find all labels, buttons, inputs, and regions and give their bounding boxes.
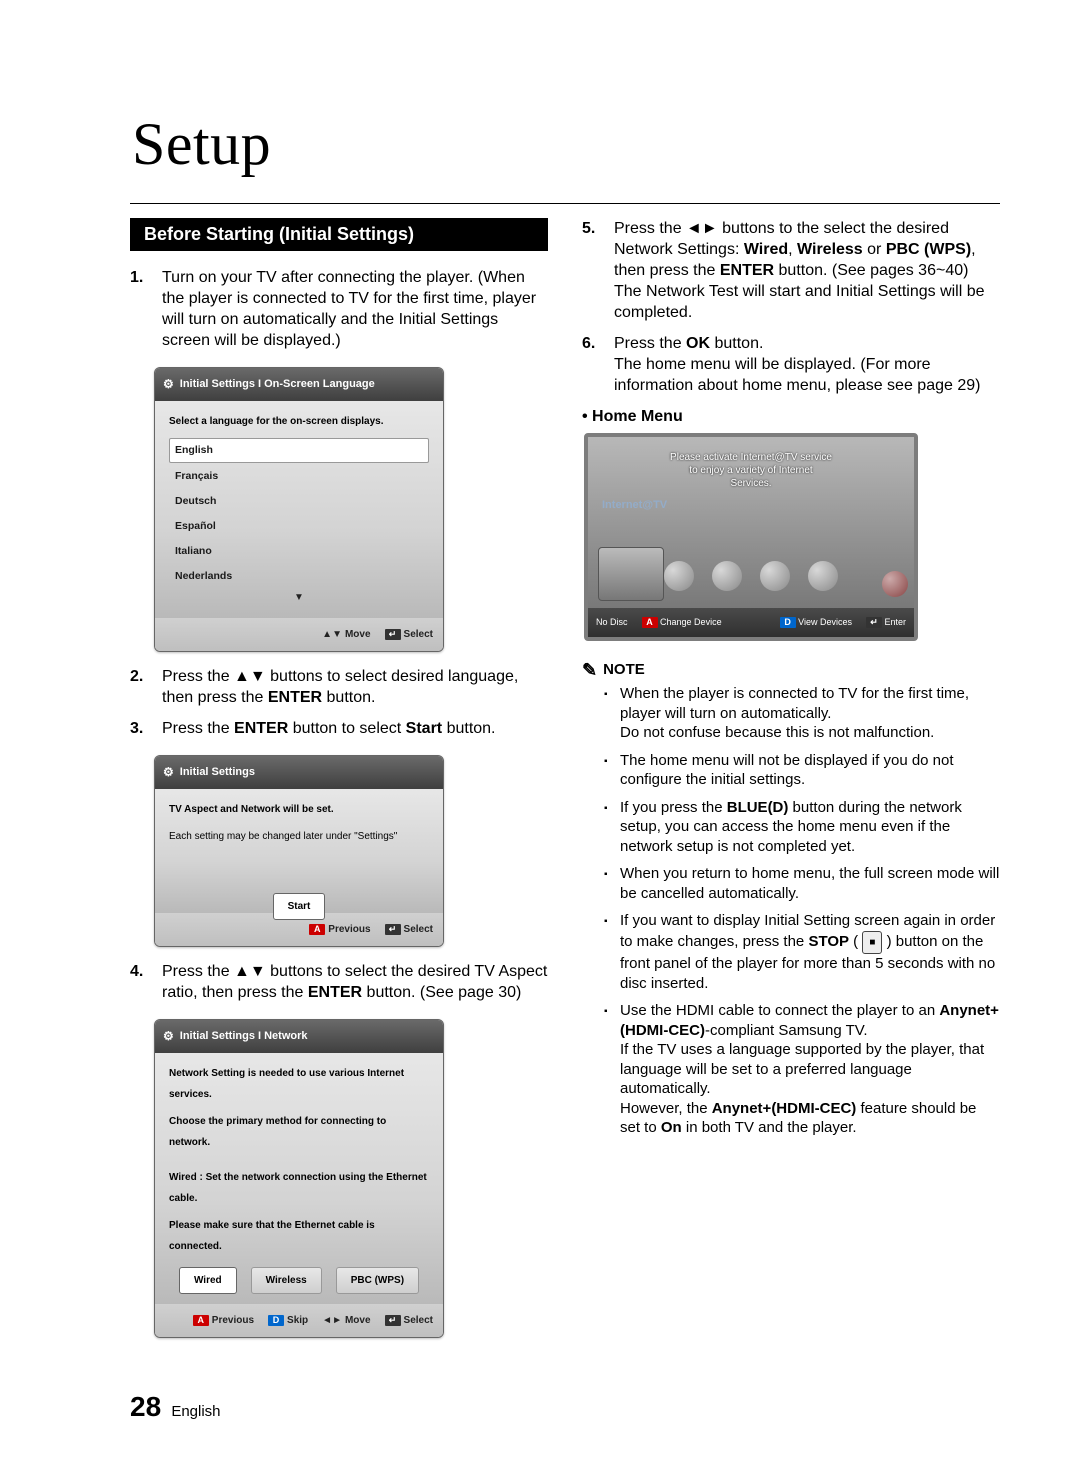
language-option: Français (169, 464, 429, 489)
osd-network-footer: A Previous D Skip ◄► Move ↵ Select (155, 1304, 443, 1337)
home-tile-icon (760, 561, 790, 591)
step-5: Press the ◄► buttons to the select the d… (582, 218, 1000, 323)
step-3: Press the ENTER button to select Start b… (130, 718, 548, 739)
language-option: Deutsch (169, 489, 429, 514)
home-tile-icon (808, 561, 838, 591)
language-list: English Français Deutsch Español Italian… (169, 438, 429, 589)
osd-start-body: TV Aspect and Network will be set. Each … (155, 789, 443, 913)
note-item: When the player is connected to TV for t… (604, 684, 1000, 743)
page-language: English (171, 1403, 220, 1420)
osd-network-msg3: Wired : Set the network connection using… (169, 1167, 429, 1209)
osd-language-footer: ▲▼ Move ↵ Select (155, 618, 443, 651)
page-number-value: 28 (130, 1391, 161, 1422)
title-rule (130, 203, 1000, 204)
steps-list-left-3: Press the ▲▼ buttons to select the desir… (130, 961, 548, 1003)
home-tile-icon (882, 571, 908, 597)
osd-start-header: ⚙ Initial Settings (155, 756, 443, 789)
osd-network-screenshot: ⚙ Initial Settings I Network Network Set… (154, 1019, 444, 1338)
language-option: English (169, 438, 429, 463)
home-footer-enter: ↵ Enter (866, 612, 906, 633)
footer-key-select: ↵ Select (385, 624, 433, 645)
home-banner-line1: Please activate Internet@TV service (670, 452, 832, 463)
note-item: If you want to display Initial Setting s… (604, 911, 1000, 993)
language-option: Español (169, 514, 429, 539)
osd-start-msg2: Each setting may be changed later under … (169, 826, 429, 847)
home-tile-icon (664, 561, 694, 591)
two-column-layout: Before Starting (Initial Settings) Turn … (130, 218, 1000, 1352)
note-item: Use the HDMI cable to connect the player… (604, 1001, 1000, 1138)
step-6: Press the OK button.The home menu will b… (582, 333, 1000, 396)
osd-language-body: Select a language for the on-screen disp… (155, 401, 443, 618)
osd-network-msg1: Network Setting is needed to use various… (169, 1063, 429, 1105)
osd-network-msg4: Please make sure that the Ethernet cable… (169, 1215, 429, 1257)
osd-network-body: Network Setting is needed to use various… (155, 1053, 443, 1304)
osd-network-title: Initial Settings I Network (180, 1026, 308, 1047)
home-footer-nodisc: No Disc (596, 612, 628, 633)
note-icon: ✎ (582, 660, 597, 681)
osd-language-header: ⚙ Initial Settings I On-Screen Language (155, 368, 443, 401)
home-tile-icon (712, 561, 742, 591)
wired-button: Wired (179, 1267, 237, 1294)
home-footer: No Disc A Change Device D View Devices ↵… (588, 608, 914, 637)
osd-start-msg1: TV Aspect and Network will be set. (169, 799, 429, 820)
note-heading: ✎ NOTE (582, 659, 1000, 680)
page-title: Setup (132, 110, 1000, 179)
osd-start-screenshot: ⚙ Initial Settings TV Aspect and Network… (154, 755, 444, 947)
home-tiles-row (588, 561, 914, 591)
gear-icon: ⚙ (163, 762, 174, 783)
footer-key-previous: A Previous (309, 919, 370, 940)
notes-list: When the player is connected to TV for t… (604, 684, 1000, 1138)
home-footer-view: D View Devices (780, 612, 852, 633)
right-column: Press the ◄► buttons to the select the d… (582, 218, 1000, 1352)
osd-language-msg: Select a language for the on-screen disp… (169, 411, 429, 432)
gear-icon: ⚙ (163, 374, 174, 395)
note-item: When you return to home menu, the full s… (604, 864, 1000, 903)
manual-page: Setup Before Starting (Initial Settings)… (0, 0, 1080, 1477)
osd-language-screenshot: ⚙ Initial Settings I On-Screen Language … (154, 367, 444, 652)
footer-key-skip: D Skip (268, 1310, 308, 1331)
stop-icon: ■ (862, 931, 882, 955)
note-item: The home menu will not be displayed if y… (604, 751, 1000, 790)
home-footer-change: A Change Device (642, 612, 722, 633)
steps-list-left-2: Press the ▲▼ buttons to select desired l… (130, 666, 548, 739)
step-4: Press the ▲▼ buttons to select the desir… (130, 961, 548, 1003)
footer-key-move: ◄► Move (322, 1310, 370, 1331)
home-menu-screenshot: Please activate Internet@TV service to e… (584, 433, 918, 641)
step-1-text: Turn on your TV after connecting the pla… (162, 269, 536, 349)
footer-key-select: ↵ Select (385, 919, 433, 940)
steps-list-right: Press the ◄► buttons to the select the d… (582, 218, 1000, 396)
footer-key-select: ↵ Select (385, 1310, 433, 1331)
start-button: Start (273, 893, 326, 920)
osd-start-title: Initial Settings (180, 762, 255, 783)
internet-tv-label: Internet@TV (602, 495, 667, 516)
home-banner: Please activate Internet@TV service to e… (670, 451, 833, 490)
scroll-down-icon: ▼ (169, 587, 429, 608)
note-label: NOTE (603, 659, 645, 680)
home-menu-heading: • Home Menu (582, 406, 1000, 427)
wireless-button: Wireless (251, 1267, 322, 1294)
footer-key-move: ▲▼ Move (322, 624, 370, 645)
step-2: Press the ▲▼ buttons to select desired l… (130, 666, 548, 708)
language-option: Italiano (169, 539, 429, 564)
osd-language-title: Initial Settings I On-Screen Language (180, 374, 375, 395)
note-item: If you press the BLUE(D) button during t… (604, 798, 1000, 857)
language-option: Nederlands (169, 564, 429, 589)
step-1: Turn on your TV after connecting the pla… (130, 267, 548, 351)
home-banner-line2: to enjoy a variety of Internet Services. (689, 465, 812, 489)
section-heading: Before Starting (Initial Settings) (130, 218, 548, 251)
osd-network-msg2: Choose the primary method for connecting… (169, 1111, 429, 1153)
gear-icon: ⚙ (163, 1026, 174, 1047)
pbc-button: PBC (WPS) (336, 1267, 419, 1294)
osd-network-header: ⚙ Initial Settings I Network (155, 1020, 443, 1053)
page-number: 28 English (130, 1391, 221, 1423)
left-column: Before Starting (Initial Settings) Turn … (130, 218, 548, 1352)
steps-list-left: Turn on your TV after connecting the pla… (130, 267, 548, 351)
footer-key-previous: A Previous (193, 1310, 254, 1331)
